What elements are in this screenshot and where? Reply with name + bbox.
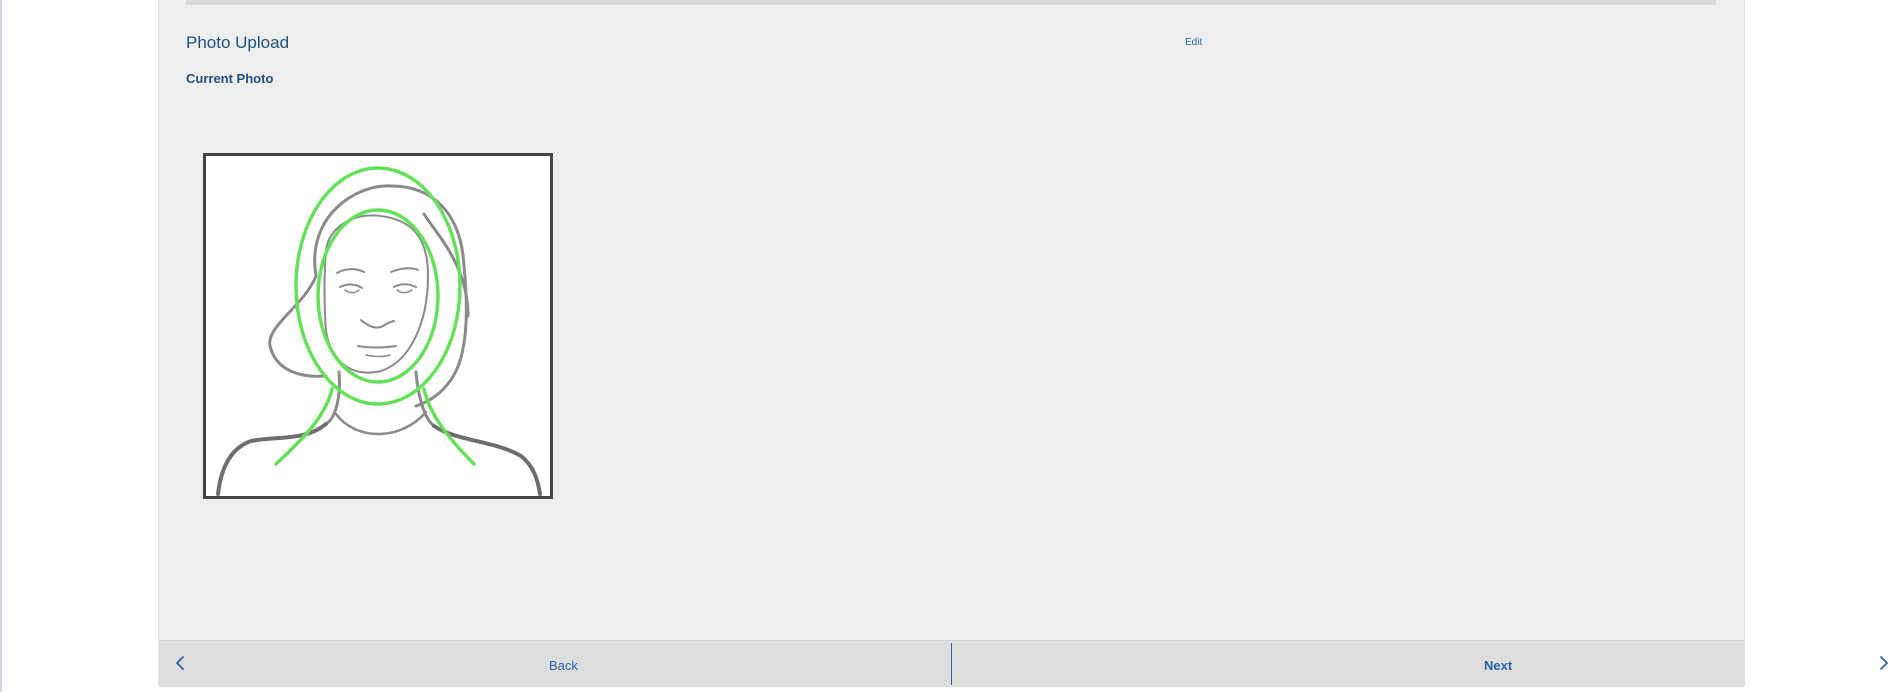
window-left-edge — [0, 0, 2, 692]
wizard-footer: Back Next — [159, 640, 1888, 687]
review-panel: Photo Upload Edit Current Photo Back Nex… — [158, 0, 1888, 687]
chevron-left-icon — [176, 656, 184, 670]
current-photo — [203, 153, 553, 499]
section-divider — [186, 0, 1716, 5]
back-button[interactable]: Back — [159, 641, 951, 687]
section-title: Photo Upload — [186, 33, 290, 52]
next-button[interactable]: Next — [952, 641, 1888, 687]
current-photo-label: Current Photo — [186, 71, 274, 86]
chevron-right-icon — [1880, 656, 1888, 670]
edit-link[interactable]: Edit — [1185, 37, 1202, 49]
next-button-label: Next — [1484, 658, 1513, 673]
back-button-label: Back — [549, 658, 578, 673]
face-guide-illustration — [216, 166, 542, 496]
